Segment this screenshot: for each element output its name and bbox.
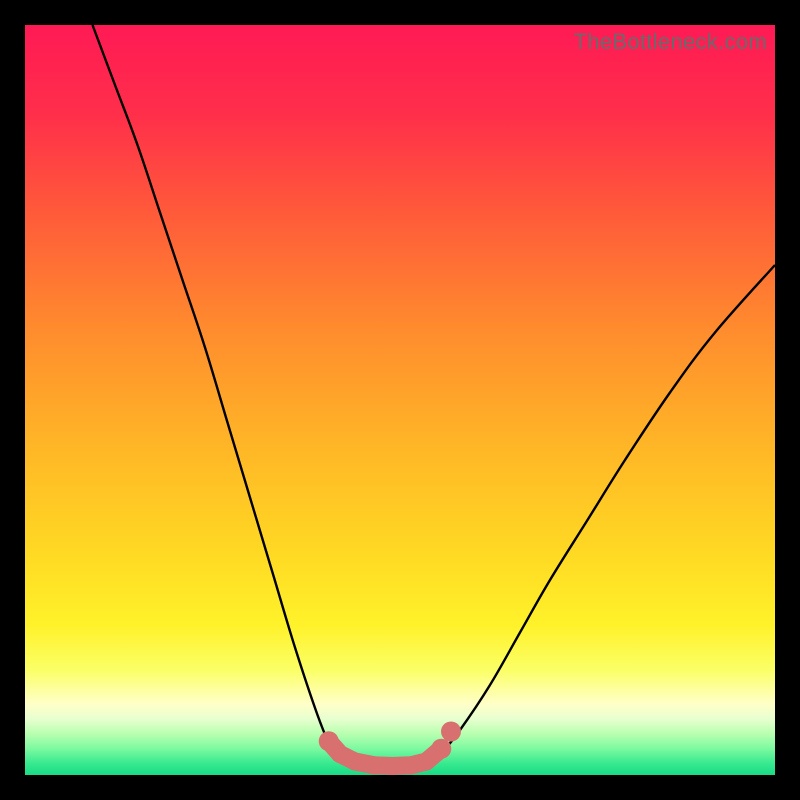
bottom-marker-dot	[417, 753, 435, 771]
chart-svg	[25, 25, 775, 775]
bottom-marker-dot	[441, 722, 461, 742]
outer-frame: TheBottleneck.com	[0, 0, 800, 800]
plot-area: TheBottleneck.com	[25, 25, 775, 775]
bottom-marker-dot	[431, 739, 451, 759]
watermark-text: TheBottleneck.com	[574, 29, 767, 55]
bottom-marker-dot	[384, 757, 402, 775]
gradient-background	[25, 25, 775, 775]
bottom-marker-dot	[365, 756, 383, 774]
bottom-marker-dot	[346, 753, 364, 771]
bottom-marker-dot	[402, 756, 420, 774]
